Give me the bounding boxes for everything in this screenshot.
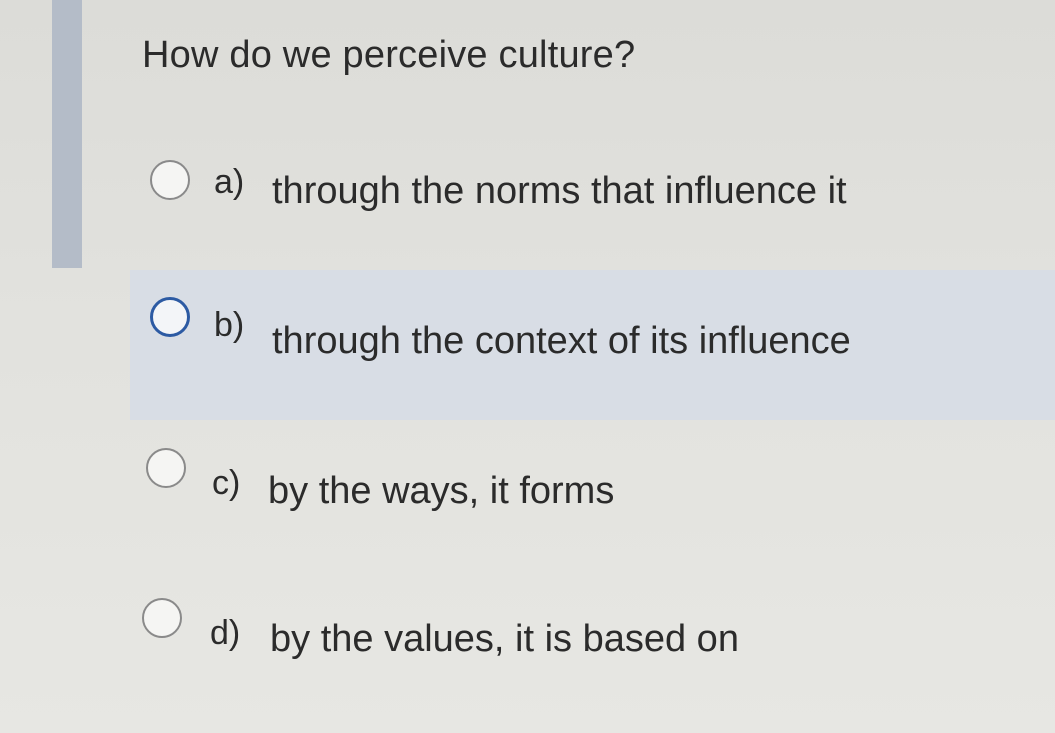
answer-option-b[interactable]: b) through the context of its influence	[130, 270, 1055, 420]
option-letter: c)	[212, 464, 241, 502]
option-letter: d)	[210, 614, 241, 652]
option-letter: a)	[214, 163, 245, 201]
answer-option-a[interactable]: a) through the norms that influence it	[0, 120, 1055, 270]
question-title: How do we perceive culture?	[142, 34, 636, 76]
radio-circle-icon[interactable]	[150, 297, 190, 337]
radio-circle-icon[interactable]	[142, 598, 182, 638]
radio-circle-icon[interactable]	[146, 448, 186, 488]
option-label[interactable]: by the ways, it forms	[268, 470, 614, 513]
option-letter: b)	[214, 306, 245, 344]
answer-option-c[interactable]: c) by the ways, it forms	[0, 420, 1055, 570]
option-label[interactable]: by the values, it is based on	[270, 618, 739, 661]
option-label[interactable]: through the context of its influence	[272, 320, 851, 363]
answer-option-d[interactable]: d) by the values, it is based on	[0, 570, 1055, 720]
radio-circle-icon[interactable]	[150, 160, 190, 200]
quiz-page: How do we perceive culture? a) through t…	[0, 0, 1055, 733]
option-label[interactable]: through the norms that influence it	[272, 170, 847, 213]
